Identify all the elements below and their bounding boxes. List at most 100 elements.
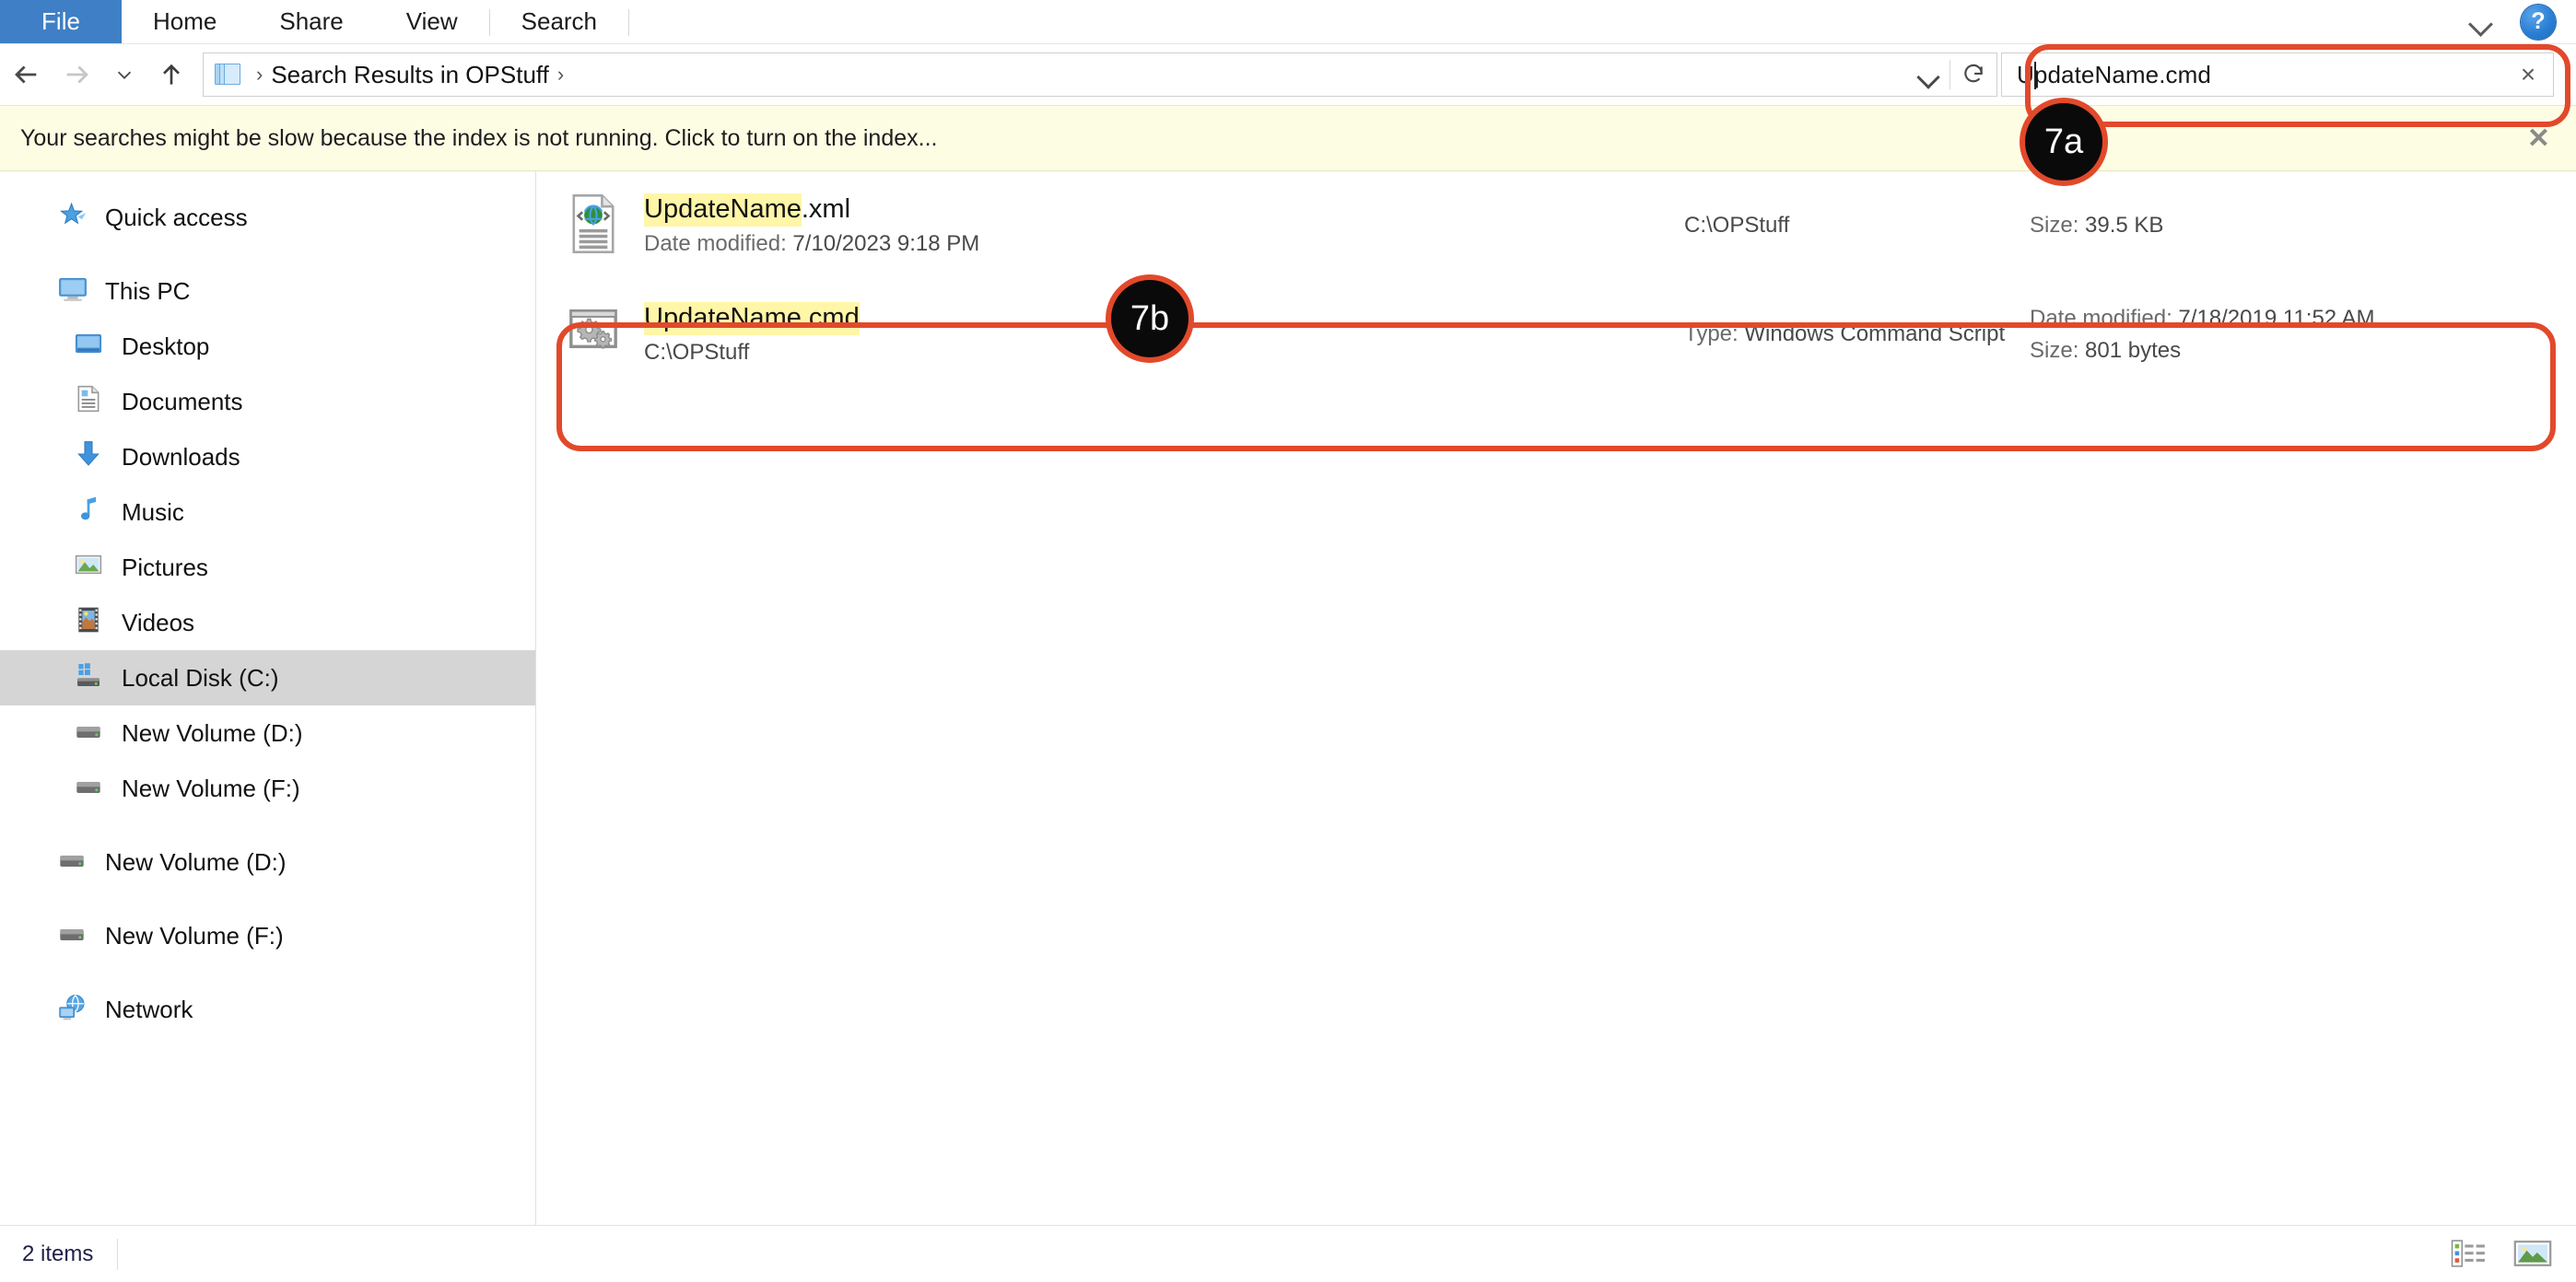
sidebar-item-new-volume-d-root[interactable]: New Volume (D:) xyxy=(0,834,535,890)
tab-view[interactable]: View xyxy=(375,0,489,43)
nav-spacer-3 xyxy=(0,890,535,908)
details-view-icon[interactable] xyxy=(2451,1239,2489,1270)
arrow-right-icon xyxy=(66,65,88,84)
date-modified-value: 7/10/2023 9:18 PM xyxy=(792,231,980,257)
result-primary-column: UpdateName.xml Date modified: 7/10/2023 … xyxy=(644,193,1215,258)
annotation-callout-7a-label: 7a xyxy=(2043,122,2084,161)
sidebar-item-network[interactable]: Network xyxy=(0,982,535,1037)
search-input[interactable]: UpdateName.cmd × xyxy=(2001,52,2554,97)
windows-drive-icon xyxy=(74,660,109,695)
sidebar-item-quick-access[interactable]: Quick access xyxy=(0,190,535,245)
refresh-icon[interactable] xyxy=(1950,53,1996,96)
nav-spacer-4 xyxy=(0,963,535,982)
picture-icon xyxy=(74,550,109,585)
table-row[interactable]: UpdateName.xml Date modified: 7/10/2023 … xyxy=(537,171,2576,280)
ribbon-tab-strip: File Home Share View Search ? xyxy=(0,0,2576,44)
sidebar-item-pictures[interactable]: Pictures xyxy=(0,540,535,595)
status-bar: 2 items xyxy=(0,1225,2576,1282)
close-icon: × xyxy=(2520,60,2536,88)
filename-match-highlight: UpdateName xyxy=(644,193,802,227)
item-count-label: 2 items xyxy=(22,1241,94,1266)
sidebar-item-this-pc[interactable]: This PC xyxy=(0,263,535,319)
star-pin-icon xyxy=(57,200,92,235)
sidebar-item-music[interactable]: Music xyxy=(0,484,535,540)
index-notification-bar[interactable]: Your searches might be slow because the … xyxy=(0,105,2576,171)
annotation-callout-7b: 7b xyxy=(1106,274,1194,363)
large-icons-view-icon[interactable] xyxy=(2513,1239,2552,1270)
result-type-column: Type: Windows Command Script xyxy=(1684,320,2005,348)
sidebar-item-label: Downloads xyxy=(122,442,240,471)
tab-share-label: Share xyxy=(279,7,344,35)
sidebar-item-label: Pictures xyxy=(122,553,208,581)
date-modified-label: Date modified: xyxy=(2030,305,2172,331)
nav-spacer-1 xyxy=(0,245,535,263)
recent-locations-button[interactable] xyxy=(103,49,146,100)
sidebar-item-videos[interactable]: Videos xyxy=(0,595,535,650)
result-size-line: Size: 39.5 KB xyxy=(2030,212,2163,239)
breadcrumb-current[interactable]: Search Results in OPStuff xyxy=(271,61,549,89)
table-row[interactable]: UpdateName.cmd C:\OPStuff Type: Windows … xyxy=(537,280,2576,389)
sidebar-item-downloads[interactable]: Downloads xyxy=(0,429,535,484)
navigation-pane: Quick access This PC Desktop Documents D… xyxy=(0,171,536,1225)
address-bar[interactable]: › Search Results in OPStuff › xyxy=(203,52,1997,97)
sidebar-item-new-volume-f-root[interactable]: New Volume (F:) xyxy=(0,908,535,963)
address-dropdown-icon[interactable] xyxy=(1907,53,1950,96)
date-modified-label: Date modified: xyxy=(644,231,787,257)
sidebar-item-label: New Volume (D:) xyxy=(105,847,287,876)
search-text-wrapper[interactable]: UpdateName.cmd xyxy=(2002,61,2503,89)
sidebar-item-new-volume-f[interactable]: New Volume (F:) xyxy=(0,761,535,816)
address-bar-right-controls xyxy=(1907,53,1996,96)
clear-search-button[interactable]: × xyxy=(2503,53,2553,96)
sidebar-item-label: Quick access xyxy=(105,203,248,231)
forward-button[interactable] xyxy=(52,49,103,100)
address-bar-row: › Search Results in OPStuff › UpdateName… xyxy=(0,44,2576,105)
result-path-value: C:\OPStuff xyxy=(1684,213,1790,239)
text-caret xyxy=(2033,62,2036,89)
status-divider xyxy=(117,1238,119,1270)
sidebar-item-label: Network xyxy=(105,995,193,1023)
help-icon: ? xyxy=(2531,8,2546,34)
chevron-down-icon[interactable] xyxy=(2465,6,2497,38)
drive-icon xyxy=(74,771,109,806)
size-value: 39.5 KB xyxy=(2085,213,2164,239)
sidebar-item-documents[interactable]: Documents xyxy=(0,374,535,429)
tab-share[interactable]: Share xyxy=(248,0,374,43)
up-button[interactable] xyxy=(146,49,197,100)
back-button[interactable] xyxy=(0,49,52,100)
tab-file-label: File xyxy=(41,7,80,35)
result-size-line: Size: 801 bytes xyxy=(2030,337,2374,365)
tab-file[interactable]: File xyxy=(0,0,122,43)
nav-spacer-top xyxy=(0,171,535,190)
network-icon xyxy=(57,992,92,1027)
sidebar-item-label: New Volume (F:) xyxy=(105,921,284,950)
view-mode-buttons xyxy=(2451,1239,2552,1270)
result-filename: UpdateName.xml xyxy=(644,193,1215,227)
sidebar-item-local-disk-c[interactable]: Local Disk (C:) xyxy=(0,650,535,705)
file-explorer-window: File Home Share View Search ? › Search R… xyxy=(0,0,2576,1282)
sidebar-item-label: Documents xyxy=(122,387,243,415)
arrow-left-icon xyxy=(15,65,37,84)
tab-home[interactable]: Home xyxy=(122,0,248,43)
breadcrumb-separator-trailing[interactable]: › xyxy=(549,63,572,87)
tab-search[interactable]: Search xyxy=(490,0,628,43)
result-path-value: C:\OPStuff xyxy=(644,340,750,366)
search-value-tail: pdateName.cmd xyxy=(2033,60,2211,88)
sidebar-item-new-volume-d[interactable]: New Volume (D:) xyxy=(0,705,535,761)
size-label: Size: xyxy=(2030,337,2079,363)
size-value: 801 bytes xyxy=(2085,337,2182,363)
notification-close-icon[interactable]: ✕ xyxy=(2527,122,2550,155)
tab-view-label: View xyxy=(405,7,458,35)
type-value: Windows Command Script xyxy=(1744,321,2006,347)
monitor-icon xyxy=(57,274,92,309)
notification-message: Your searches might be slow because the … xyxy=(20,124,938,151)
help-button[interactable]: ? xyxy=(2521,4,2556,40)
date-modified-value: 7/18/2019 11:52 AM xyxy=(2178,305,2375,331)
sidebar-item-label: New Volume (D:) xyxy=(122,718,303,747)
tab-divider-2 xyxy=(628,9,630,36)
sidebar-item-desktop[interactable]: Desktop xyxy=(0,319,535,374)
result-meta-column: Date modified: 7/18/2019 11:52 AM Size: … xyxy=(2030,305,2374,365)
filename-rest: .xml xyxy=(801,194,851,225)
annotation-callout-7a: 7a xyxy=(2020,98,2108,186)
sidebar-item-label: This PC xyxy=(105,276,191,305)
sidebar-item-label: Music xyxy=(122,497,184,526)
